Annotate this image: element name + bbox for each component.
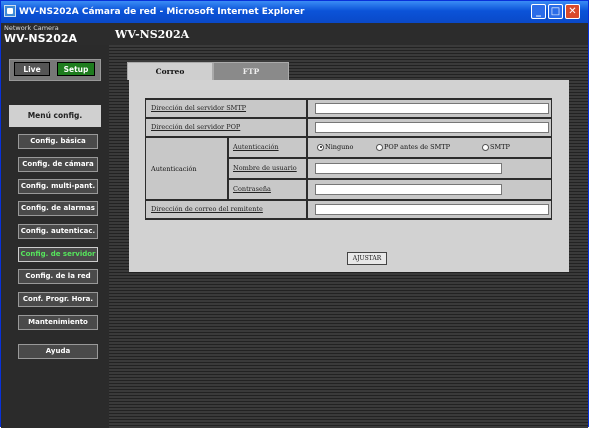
- ie-icon: [4, 5, 16, 17]
- tab-ftp[interactable]: FTP: [213, 62, 289, 80]
- menu-item-label: Config. de servidor: [20, 250, 96, 258]
- camera-header: Network Camera WV-NS202A WV-NS202A: [1, 23, 588, 45]
- username-label[interactable]: Nombre de usuario: [233, 164, 297, 172]
- maximize-icon[interactable]: □: [548, 4, 563, 19]
- pop-server-label[interactable]: Dirección del servidor POP: [151, 123, 240, 131]
- menu-config-red[interactable]: Config. de la red: [18, 269, 98, 284]
- menu-config-multipant[interactable]: Config. multi-pant.: [18, 179, 98, 194]
- radio-ninguno[interactable]: Ninguno: [317, 143, 353, 151]
- menu-config-camara[interactable]: Config. de cámara: [18, 157, 98, 172]
- auth-group-label: Autenticación: [151, 165, 197, 173]
- menu-config-servidor[interactable]: Config. de servidor: [18, 247, 98, 262]
- menu-item-label: Config. de la red: [25, 272, 91, 280]
- smtp-server-input[interactable]: [315, 103, 549, 114]
- radio-pop-before-smtp-label: POP antes de SMTP: [384, 143, 450, 151]
- settings-table: Dirección del servidor SMTP Dirección de…: [145, 98, 552, 265]
- tab-correo[interactable]: Correo: [127, 62, 213, 80]
- menu-config-alarmas[interactable]: Config. de alarmas: [18, 201, 98, 216]
- main-content: Correo FTP Dirección del servidor SMTP D…: [109, 45, 588, 428]
- window-title: WV-NS202A Cámara de red - Microsoft Inte…: [19, 7, 305, 17]
- sidebar: Live Setup Menú config. Config. básica Co…: [1, 45, 109, 428]
- sender-address-label[interactable]: Dirección de correo del remitente: [151, 205, 263, 213]
- auth-method-label[interactable]: Autenticación: [233, 143, 279, 151]
- menu-title: Menú config.: [9, 105, 101, 127]
- menu-item-label: Ayuda: [45, 347, 71, 355]
- radio-smtp-label: SMTP: [490, 143, 510, 151]
- menu-item-label: Config. multi-pant.: [20, 182, 96, 190]
- smtp-server-label[interactable]: Dirección del servidor SMTP: [151, 104, 246, 112]
- radio-smtp[interactable]: SMTP: [482, 143, 510, 151]
- menu-config-autenticac[interactable]: Config. autenticac.: [18, 224, 98, 239]
- brand-logo: Network Camera WV-NS202A: [4, 25, 77, 44]
- menu-item-label: Config. básica: [30, 137, 86, 145]
- model-name: WV-NS202A: [115, 28, 190, 41]
- minimize-icon[interactable]: _: [531, 4, 546, 19]
- menu-item-label: Config. de cámara: [22, 160, 94, 168]
- sender-address-input[interactable]: [315, 204, 549, 215]
- username-input[interactable]: [315, 163, 502, 174]
- close-icon[interactable]: ✕: [565, 4, 580, 19]
- password-label[interactable]: Contraseña: [233, 185, 271, 193]
- menu-item-label: Mantenimiento: [28, 318, 88, 326]
- live-button[interactable]: Live: [14, 62, 50, 76]
- menu-ayuda[interactable]: Ayuda: [18, 344, 98, 359]
- menu-item-label: Config. autenticac.: [20, 227, 96, 235]
- radio-ninguno-label: Ninguno: [325, 143, 354, 151]
- menu-mantenimiento[interactable]: Mantenimiento: [18, 315, 98, 330]
- radio-empty-icon: [482, 143, 489, 151]
- pop-server-input[interactable]: [315, 122, 549, 133]
- mail-settings-panel: Dirección del servidor SMTP Dirección de…: [129, 80, 569, 272]
- menu-item-label: Config. de alarmas: [21, 204, 95, 212]
- menu-item-label: Conf. Progr. Hora.: [22, 295, 94, 303]
- radio-pop-before-smtp[interactable]: POP antes de SMTP: [376, 143, 450, 151]
- mode-switch: Live Setup: [9, 59, 101, 81]
- ajustar-button[interactable]: AJUSTAR: [347, 252, 387, 265]
- radio-empty-icon: [376, 143, 383, 151]
- brand-model-text: WV-NS202A: [4, 31, 78, 45]
- title-bar: WV-NS202A Cámara de red - Microsoft Inte…: [1, 1, 588, 23]
- menu-conf-progr-hora[interactable]: Conf. Progr. Hora.: [18, 292, 98, 307]
- browser-window: WV-NS202A Cámara de red - Microsoft Inte…: [0, 0, 589, 428]
- brand-small-text: Network Camera: [4, 24, 59, 32]
- setup-button[interactable]: Setup: [57, 62, 95, 76]
- radio-selected-icon: [317, 143, 324, 151]
- password-input[interactable]: [315, 184, 502, 195]
- menu-config-basica[interactable]: Config. básica: [18, 134, 98, 149]
